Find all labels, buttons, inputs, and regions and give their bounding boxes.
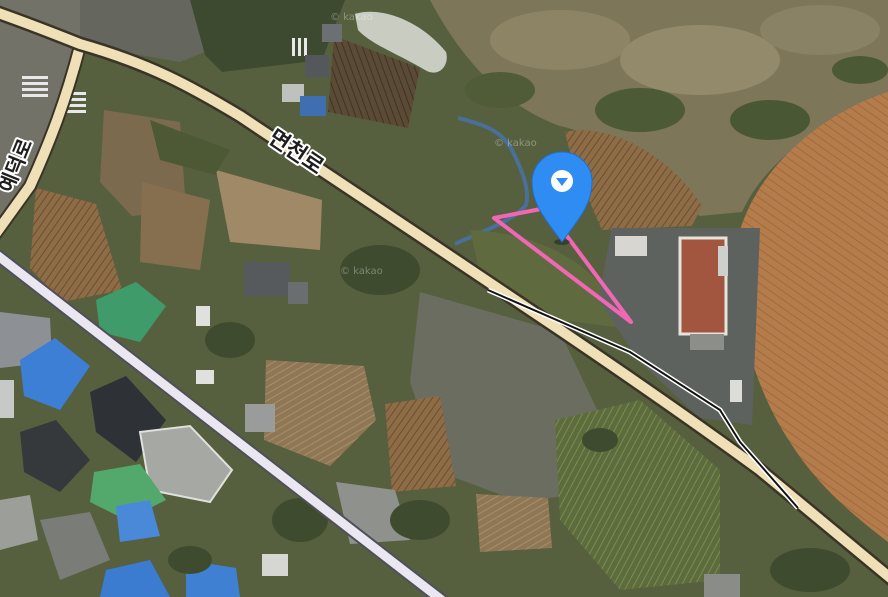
map-watermark: © kakao [330,12,373,23]
map-canvas[interactable]: © kakao © kakao © kakao 면천로 예덕로 [0,0,888,597]
field [476,494,552,552]
map-watermark: © kakao [494,138,537,149]
crosswalk [292,38,307,56]
map-watermark: © kakao [340,266,383,277]
small-building [615,236,647,256]
satellite-map-view[interactable]: © kakao © kakao © kakao 면천로 예덕로 [0,0,888,597]
